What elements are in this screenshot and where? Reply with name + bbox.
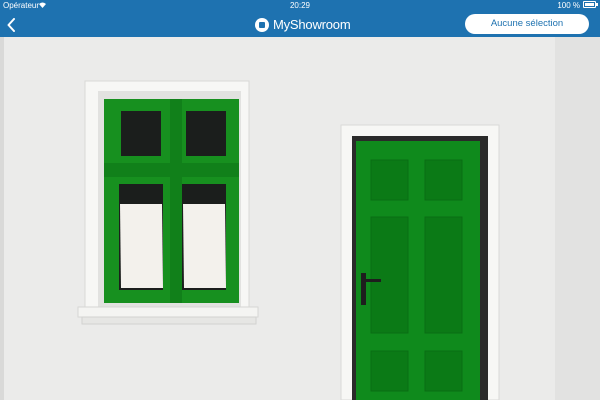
photo-left-edge [0,37,4,400]
status-time: 20:29 [289,1,311,10]
photo-illustration [77,80,500,400]
battery-percentage: 100 % [557,1,580,10]
brand-name: MyShowroom [273,17,351,32]
pane-top-left [121,111,161,156]
door-panel [370,350,409,392]
window-middle-rail [104,163,239,177]
pane-top-right [186,111,226,156]
status-bar: Opérateur 20:29 100 % [0,0,600,12]
brand: MyShowroom [255,12,351,37]
door-panel [370,216,409,334]
door-panel [424,216,463,334]
battery-level-fill [585,3,594,6]
myshowroom-logo-icon [255,17,269,32]
back-button[interactable] [2,12,20,37]
window-center-bar [170,99,182,303]
wall-shade [555,37,600,400]
window-sill-underside [81,316,257,325]
curtain-right [183,204,226,288]
nav-bar: MyShowroom Aucune sélection [0,12,600,37]
chevron-left-icon [7,17,15,32]
door-panel [424,159,463,201]
door-panel [424,350,463,392]
showroom-photo [0,37,600,400]
door-panel [370,159,409,201]
battery-icon [583,1,598,8]
door-handle-plate [361,273,366,305]
door-handle-lever [364,279,381,282]
curtain-left [120,204,163,288]
selection-button[interactable]: Aucune sélection [465,14,589,34]
window-sill [77,306,259,318]
